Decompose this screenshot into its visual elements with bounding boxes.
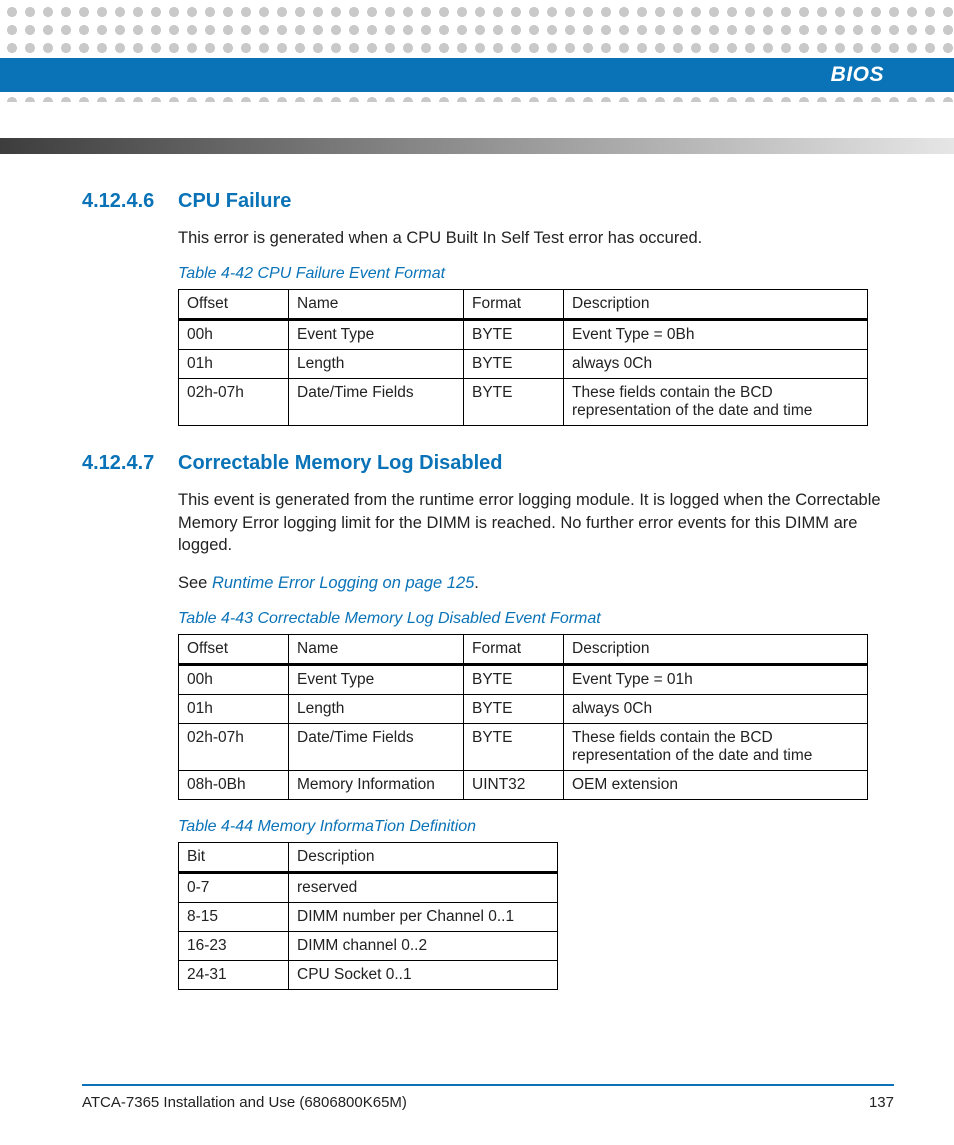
section-number: 4.12.4.7	[82, 452, 160, 475]
table-cell: BYTE	[464, 695, 564, 724]
table-cell: 24-31	[179, 961, 289, 990]
footer-doc-title: ATCA-7365 Installation and Use (6806800K…	[82, 1094, 407, 1111]
table-cell: Length	[289, 695, 464, 724]
table-row: 00h Event Type BYTE Event Type = 01h	[179, 665, 868, 695]
table-cell: 08h-0Bh	[179, 771, 289, 800]
table-header-cell: Format	[464, 290, 564, 320]
table-header-cell: Name	[289, 635, 464, 665]
table-cell: These fields contain the BCD representat…	[564, 379, 868, 426]
table-44: Bit Description 0-7 reserved 8-15 DIMM n…	[178, 842, 558, 990]
table-row: 02h-07h Date/Time Fields BYTE These fiel…	[179, 724, 868, 771]
table-row: 00h Event Type BYTE Event Type = 0Bh	[179, 320, 868, 350]
table-cell: Date/Time Fields	[289, 379, 464, 426]
see-prefix: See	[178, 574, 212, 592]
table-cell: BYTE	[464, 665, 564, 695]
section-number: 4.12.4.6	[82, 190, 160, 213]
table-row: 8-15 DIMM number per Channel 0..1	[179, 903, 558, 932]
chapter-label: BIOS	[831, 63, 884, 87]
table-header-cell: Bit	[179, 843, 289, 873]
section-heading-cpu-failure: 4.12.4.6 CPU Failure	[82, 190, 882, 213]
table-cell: 00h	[179, 665, 289, 695]
table-header-cell: Description	[564, 290, 868, 320]
table-cell: UINT32	[464, 771, 564, 800]
header-gradient-rule	[0, 138, 954, 154]
table-cell: Event Type	[289, 320, 464, 350]
section-paragraph: This error is generated when a CPU Built…	[178, 227, 882, 249]
table-cell: These fields contain the BCD representat…	[564, 724, 868, 771]
page-footer: ATCA-7365 Installation and Use (6806800K…	[82, 1084, 894, 1111]
table-cell: Length	[289, 350, 464, 379]
table-cell: 02h-07h	[179, 724, 289, 771]
table-cell: BYTE	[464, 320, 564, 350]
table-cell: BYTE	[464, 724, 564, 771]
table-cell: OEM extension	[564, 771, 868, 800]
table-cell: BYTE	[464, 379, 564, 426]
see-suffix: .	[474, 574, 479, 592]
table-cell: 01h	[179, 695, 289, 724]
table-cell: Event Type	[289, 665, 464, 695]
table-cell: BYTE	[464, 350, 564, 379]
table-row: 16-23 DIMM channel 0..2	[179, 932, 558, 961]
table-row: 24-31 CPU Socket 0..1	[179, 961, 558, 990]
table-42: Offset Name Format Description 00h Event…	[178, 289, 868, 426]
table-row: 0-7 reserved	[179, 873, 558, 903]
table-cell: always 0Ch	[564, 350, 868, 379]
table-header-cell: Description	[289, 843, 558, 873]
chapter-header-bar: BIOS	[0, 58, 954, 92]
table-row: 02h-07h Date/Time Fields BYTE These fiel…	[179, 379, 868, 426]
table-header-cell: Name	[289, 290, 464, 320]
table-44-caption: Table 4-44 Memory InformaTion Definition	[178, 818, 882, 836]
see-reference: See Runtime Error Logging on page 125.	[178, 572, 882, 594]
table-cell: 00h	[179, 320, 289, 350]
table-cell: CPU Socket 0..1	[289, 961, 558, 990]
footer-page-number: 137	[869, 1094, 894, 1111]
table-header-cell: Offset	[179, 635, 289, 665]
table-header-cell: Format	[464, 635, 564, 665]
table-row: 01h Length BYTE always 0Ch	[179, 350, 868, 379]
cross-reference-link[interactable]: Runtime Error Logging on page 125	[212, 574, 474, 592]
table-cell: 16-23	[179, 932, 289, 961]
table-cell: 02h-07h	[179, 379, 289, 426]
table-42-caption: Table 4-42 CPU Failure Event Format	[178, 265, 882, 283]
table-cell: Event Type = 01h	[564, 665, 868, 695]
table-cell: DIMM number per Channel 0..1	[289, 903, 558, 932]
table-43-caption: Table 4-43 Correctable Memory Log Disabl…	[178, 610, 882, 628]
page-content: 4.12.4.6 CPU Failure This error is gener…	[82, 180, 882, 1008]
table-cell: reserved	[289, 873, 558, 903]
table-row: 08h-0Bh Memory Information UINT32 OEM ex…	[179, 771, 868, 800]
table-cell: 8-15	[179, 903, 289, 932]
table-cell: 0-7	[179, 873, 289, 903]
table-cell: 01h	[179, 350, 289, 379]
section-title: Correctable Memory Log Disabled	[178, 452, 503, 475]
table-cell: Event Type = 0Bh	[564, 320, 868, 350]
table-row: 01h Length BYTE always 0Ch	[179, 695, 868, 724]
table-cell: Date/Time Fields	[289, 724, 464, 771]
table-cell: always 0Ch	[564, 695, 868, 724]
table-43: Offset Name Format Description 00h Event…	[178, 634, 868, 800]
table-header-cell: Offset	[179, 290, 289, 320]
table-cell: Memory Information	[289, 771, 464, 800]
section-paragraph: This event is generated from the runtime…	[178, 489, 882, 556]
table-header-cell: Description	[564, 635, 868, 665]
section-heading-correctable-memory: 4.12.4.7 Correctable Memory Log Disabled	[82, 452, 882, 475]
table-cell: DIMM channel 0..2	[289, 932, 558, 961]
section-title: CPU Failure	[178, 190, 291, 213]
